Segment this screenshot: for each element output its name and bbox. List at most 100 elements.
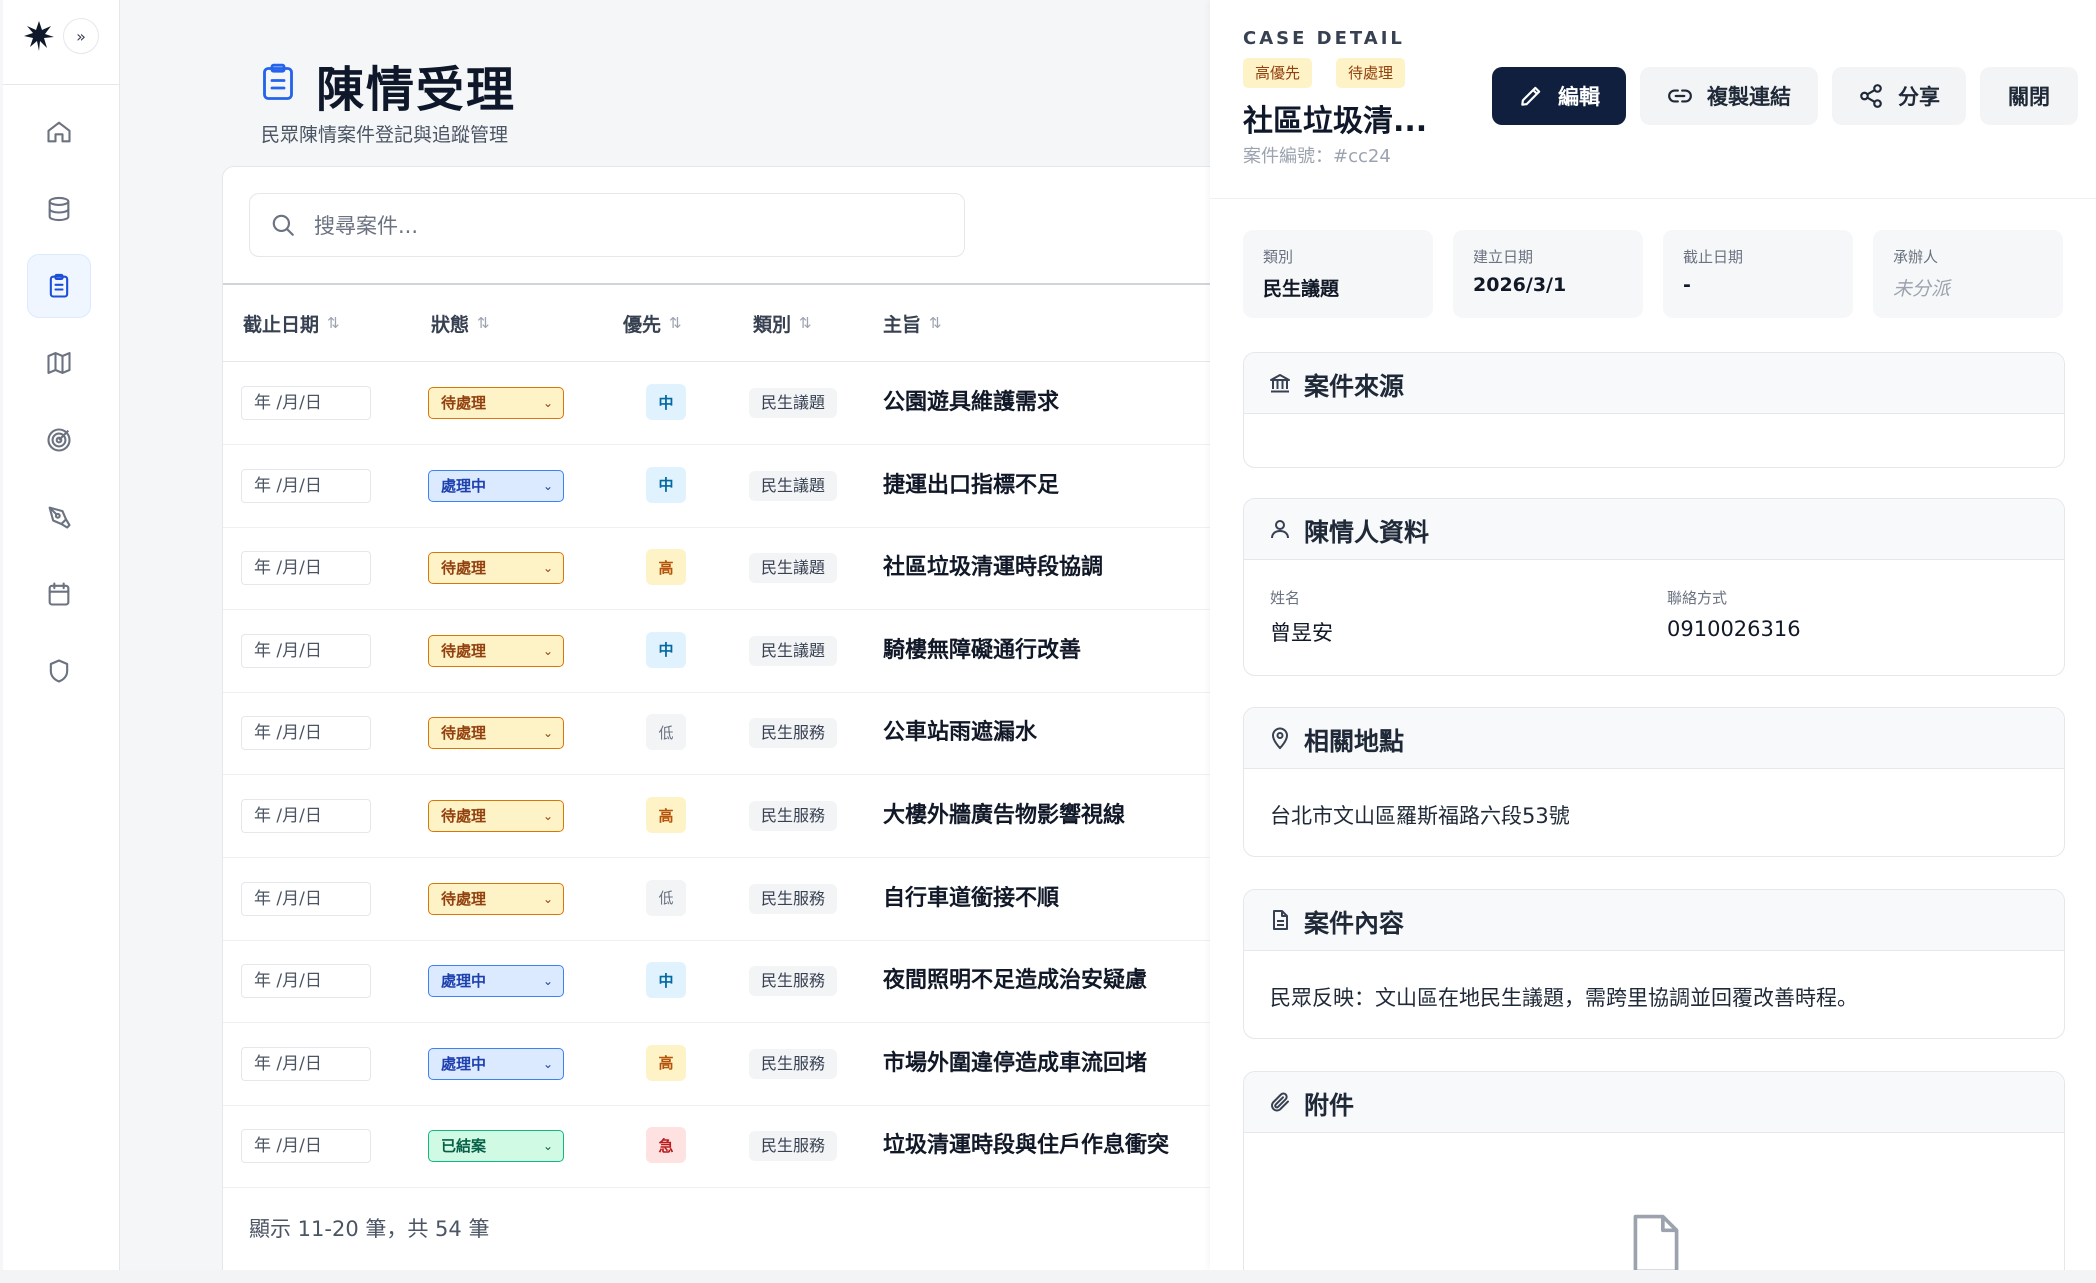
status-select[interactable]: 待處理 ⌄ (428, 387, 564, 419)
case-title: 社區垃圾清... (1243, 104, 1428, 139)
category-badge: 民生服務 (749, 1048, 838, 1079)
column-subject[interactable]: 主旨 ⇅ (883, 285, 942, 361)
table-row[interactable]: 年 /月/日 處理中 ⌄ 高 民生服務 市場外圍違停造成車流回堵 (223, 1023, 1223, 1106)
deadline-date-input[interactable]: 年 /月/日 (241, 551, 371, 586)
contact-label: 聯絡方式 (1667, 589, 1728, 607)
database-icon (48, 196, 70, 222)
table-row[interactable]: 年 /月/日 已結案 ⌄ 急 民生服務 垃圾清運時段與住戶作息衝突 (223, 1105, 1223, 1189)
panel-divider (1210, 198, 2096, 199)
shield-icon (49, 659, 69, 683)
status-select[interactable]: 待處理 ⌄ (428, 800, 564, 832)
table-row[interactable]: 年 /月/日 待處理 ⌄ 中 民生議題 騎樓無障礙通行改善 (223, 610, 1223, 693)
close-button[interactable]: 關閉 (1980, 67, 2078, 125)
logo-icon[interactable] (21, 18, 57, 54)
case-detail-panel: CASE DETAIL 高優先 待處理 社區垃圾清... 案件編號：#cc24 … (1210, 0, 2096, 1270)
nav-petitions[interactable] (27, 254, 91, 318)
copy-link-button[interactable]: 複製連結 (1640, 67, 1818, 125)
map-pin-icon (1271, 727, 1289, 750)
table-row[interactable]: 年 /月/日 待處理 ⌄ 低 民生服務 公車站雨遮漏水 (223, 692, 1223, 776)
status-select[interactable]: 處理中 ⌄ (428, 469, 564, 502)
status-tag: 待處理 (1336, 58, 1406, 88)
section-attachments: 附件 (1243, 1071, 2065, 1270)
edit-button[interactable]: 編輯 (1492, 67, 1626, 125)
status-select[interactable]: 處理中 ⌄ (428, 1047, 564, 1080)
name-label: 姓名 (1270, 589, 1301, 607)
nav-home[interactable] (27, 100, 91, 164)
case-subject[interactable]: 騎樓無障礙通行改善 (883, 632, 1081, 664)
priority-badge: 中 (646, 466, 686, 503)
category-badge: 民生議題 (749, 470, 838, 501)
search-input[interactable] (312, 206, 916, 246)
chevron-down-icon: ⌄ (542, 1139, 553, 1154)
chevron-down-icon: ⌄ (542, 809, 553, 823)
category-badge: 民生議題 (749, 553, 838, 584)
case-subject[interactable]: 市場外圍違停造成車流回堵 (883, 1045, 1147, 1077)
status-select[interactable]: 待處理 ⌄ (428, 552, 564, 585)
nav-shield[interactable] (27, 639, 91, 703)
status-select[interactable]: 待處理 ⌄ (428, 882, 564, 915)
nav-calendar[interactable] (27, 562, 91, 626)
section-location: 相關地點 台北市文山區羅斯福路六段53號 (1243, 707, 2065, 857)
nav-target[interactable] (27, 408, 91, 472)
file-icon (1633, 1214, 1679, 1270)
section-case-source: 案件來源 (1243, 352, 2065, 468)
case-subject[interactable]: 公車站雨遮漏水 (883, 714, 1037, 746)
category-badge: 民生服務 (749, 1131, 838, 1162)
priority-badge: 低 (646, 879, 686, 916)
chevron-down-icon: ⌄ (542, 643, 553, 658)
priority-badge: 中 (646, 962, 686, 999)
case-subject[interactable]: 社區垃圾清運時段協調 (883, 549, 1103, 581)
expand-sidebar-button[interactable]: » (63, 18, 99, 54)
column-status[interactable]: 狀態 ⇅ (431, 285, 490, 361)
nav-map[interactable] (27, 331, 91, 395)
petitioner-name: 曾昱安 (1270, 621, 1333, 645)
case-subject[interactable]: 夜間照明不足造成治安疑慮 (883, 962, 1147, 994)
section-case-content: 案件內容 民眾反映：文山區在地民生議題，需跨里協調並回覆改善時程。 (1243, 889, 2065, 1039)
search-icon (272, 214, 294, 236)
column-category[interactable]: 類別 ⇅ (753, 285, 812, 361)
case-subject[interactable]: 公園遊具維護需求 (883, 384, 1059, 416)
table-row[interactable]: 年 /月/日 待處理 ⌄ 低 民生服務 自行車道銜接不順 (223, 858, 1223, 941)
table-row[interactable]: 年 /月/日 待處理 ⌄ 高 民生服務 大樓外牆廣告物影響視線 (223, 775, 1223, 858)
case-subject[interactable]: 大樓外牆廣告物影響視線 (883, 797, 1125, 829)
status-select[interactable]: 待處理 ⌄ (428, 717, 564, 750)
deadline-date-input[interactable]: 年 /月/日 (241, 881, 371, 916)
case-subject[interactable]: 捷運出口指標不足 (883, 467, 1059, 499)
table-row[interactable]: 年 /月/日 處理中 ⌄ 中 民生服務 夜間照明不足造成治安疑慮 (223, 940, 1223, 1024)
sidebar: » (3, 0, 120, 1270)
column-priority[interactable]: 優先 ⇅ (623, 285, 682, 361)
section-header: 相關地點 (1244, 708, 2064, 769)
deadline-date-input[interactable]: 年 /月/日 (241, 716, 371, 751)
chevron-down-icon: ⌄ (542, 1056, 553, 1071)
deadline-date-input[interactable]: 年 /月/日 (241, 1129, 371, 1164)
case-subject[interactable]: 垃圾清運時段與住戶作息衝突 (883, 1127, 1169, 1159)
deadline-date-input[interactable]: 年 /月/日 (241, 386, 371, 420)
deadline-date-input[interactable]: 年 /月/日 (241, 799, 371, 833)
sort-icon: ⇅ (327, 314, 340, 332)
deadline-date-input[interactable]: 年 /月/日 (241, 633, 371, 668)
priority-badge: 中 (646, 384, 686, 420)
deadline-date-input[interactable]: 年 /月/日 (241, 468, 371, 503)
table-row[interactable]: 年 /月/日 處理中 ⌄ 中 民生議題 捷運出口指標不足 (223, 445, 1223, 528)
status-select[interactable]: 處理中 ⌄ (428, 965, 564, 998)
page-subtitle: 民眾陳情案件登記與追蹤管理 (261, 124, 509, 146)
chevron-down-icon: ⌄ (542, 561, 553, 576)
nav-database[interactable] (27, 177, 91, 241)
link-icon (1668, 89, 1692, 103)
nav-pen-tool[interactable] (27, 485, 91, 549)
deadline-date-input[interactable]: 年 /月/日 (241, 964, 371, 999)
table-row[interactable]: 年 /月/日 待處理 ⌄ 中 民生議題 公園遊具維護需求 (223, 362, 1223, 445)
deadline-date-input[interactable]: 年 /月/日 (241, 1046, 371, 1081)
category-badge: 民生服務 (749, 966, 838, 997)
column-deadline[interactable]: 截止日期 ⇅ (243, 285, 340, 361)
paperclip-icon (1271, 1092, 1289, 1112)
page-title: 陳情受理 (316, 62, 517, 118)
pagination-summary: 顯示 11-20 筆，共 54 筆 (249, 1217, 490, 1241)
table-row[interactable]: 年 /月/日 待處理 ⌄ 高 民生議題 社區垃圾清運時段協調 (223, 527, 1223, 611)
share-button[interactable]: 分享 (1832, 67, 1966, 125)
status-select[interactable]: 待處理 ⌄ (428, 634, 564, 667)
category-badge: 民生服務 (749, 801, 838, 831)
section-header: 案件來源 (1244, 353, 2064, 414)
case-subject[interactable]: 自行車道銜接不順 (883, 880, 1059, 912)
status-select[interactable]: 已結案 ⌄ (428, 1130, 564, 1163)
